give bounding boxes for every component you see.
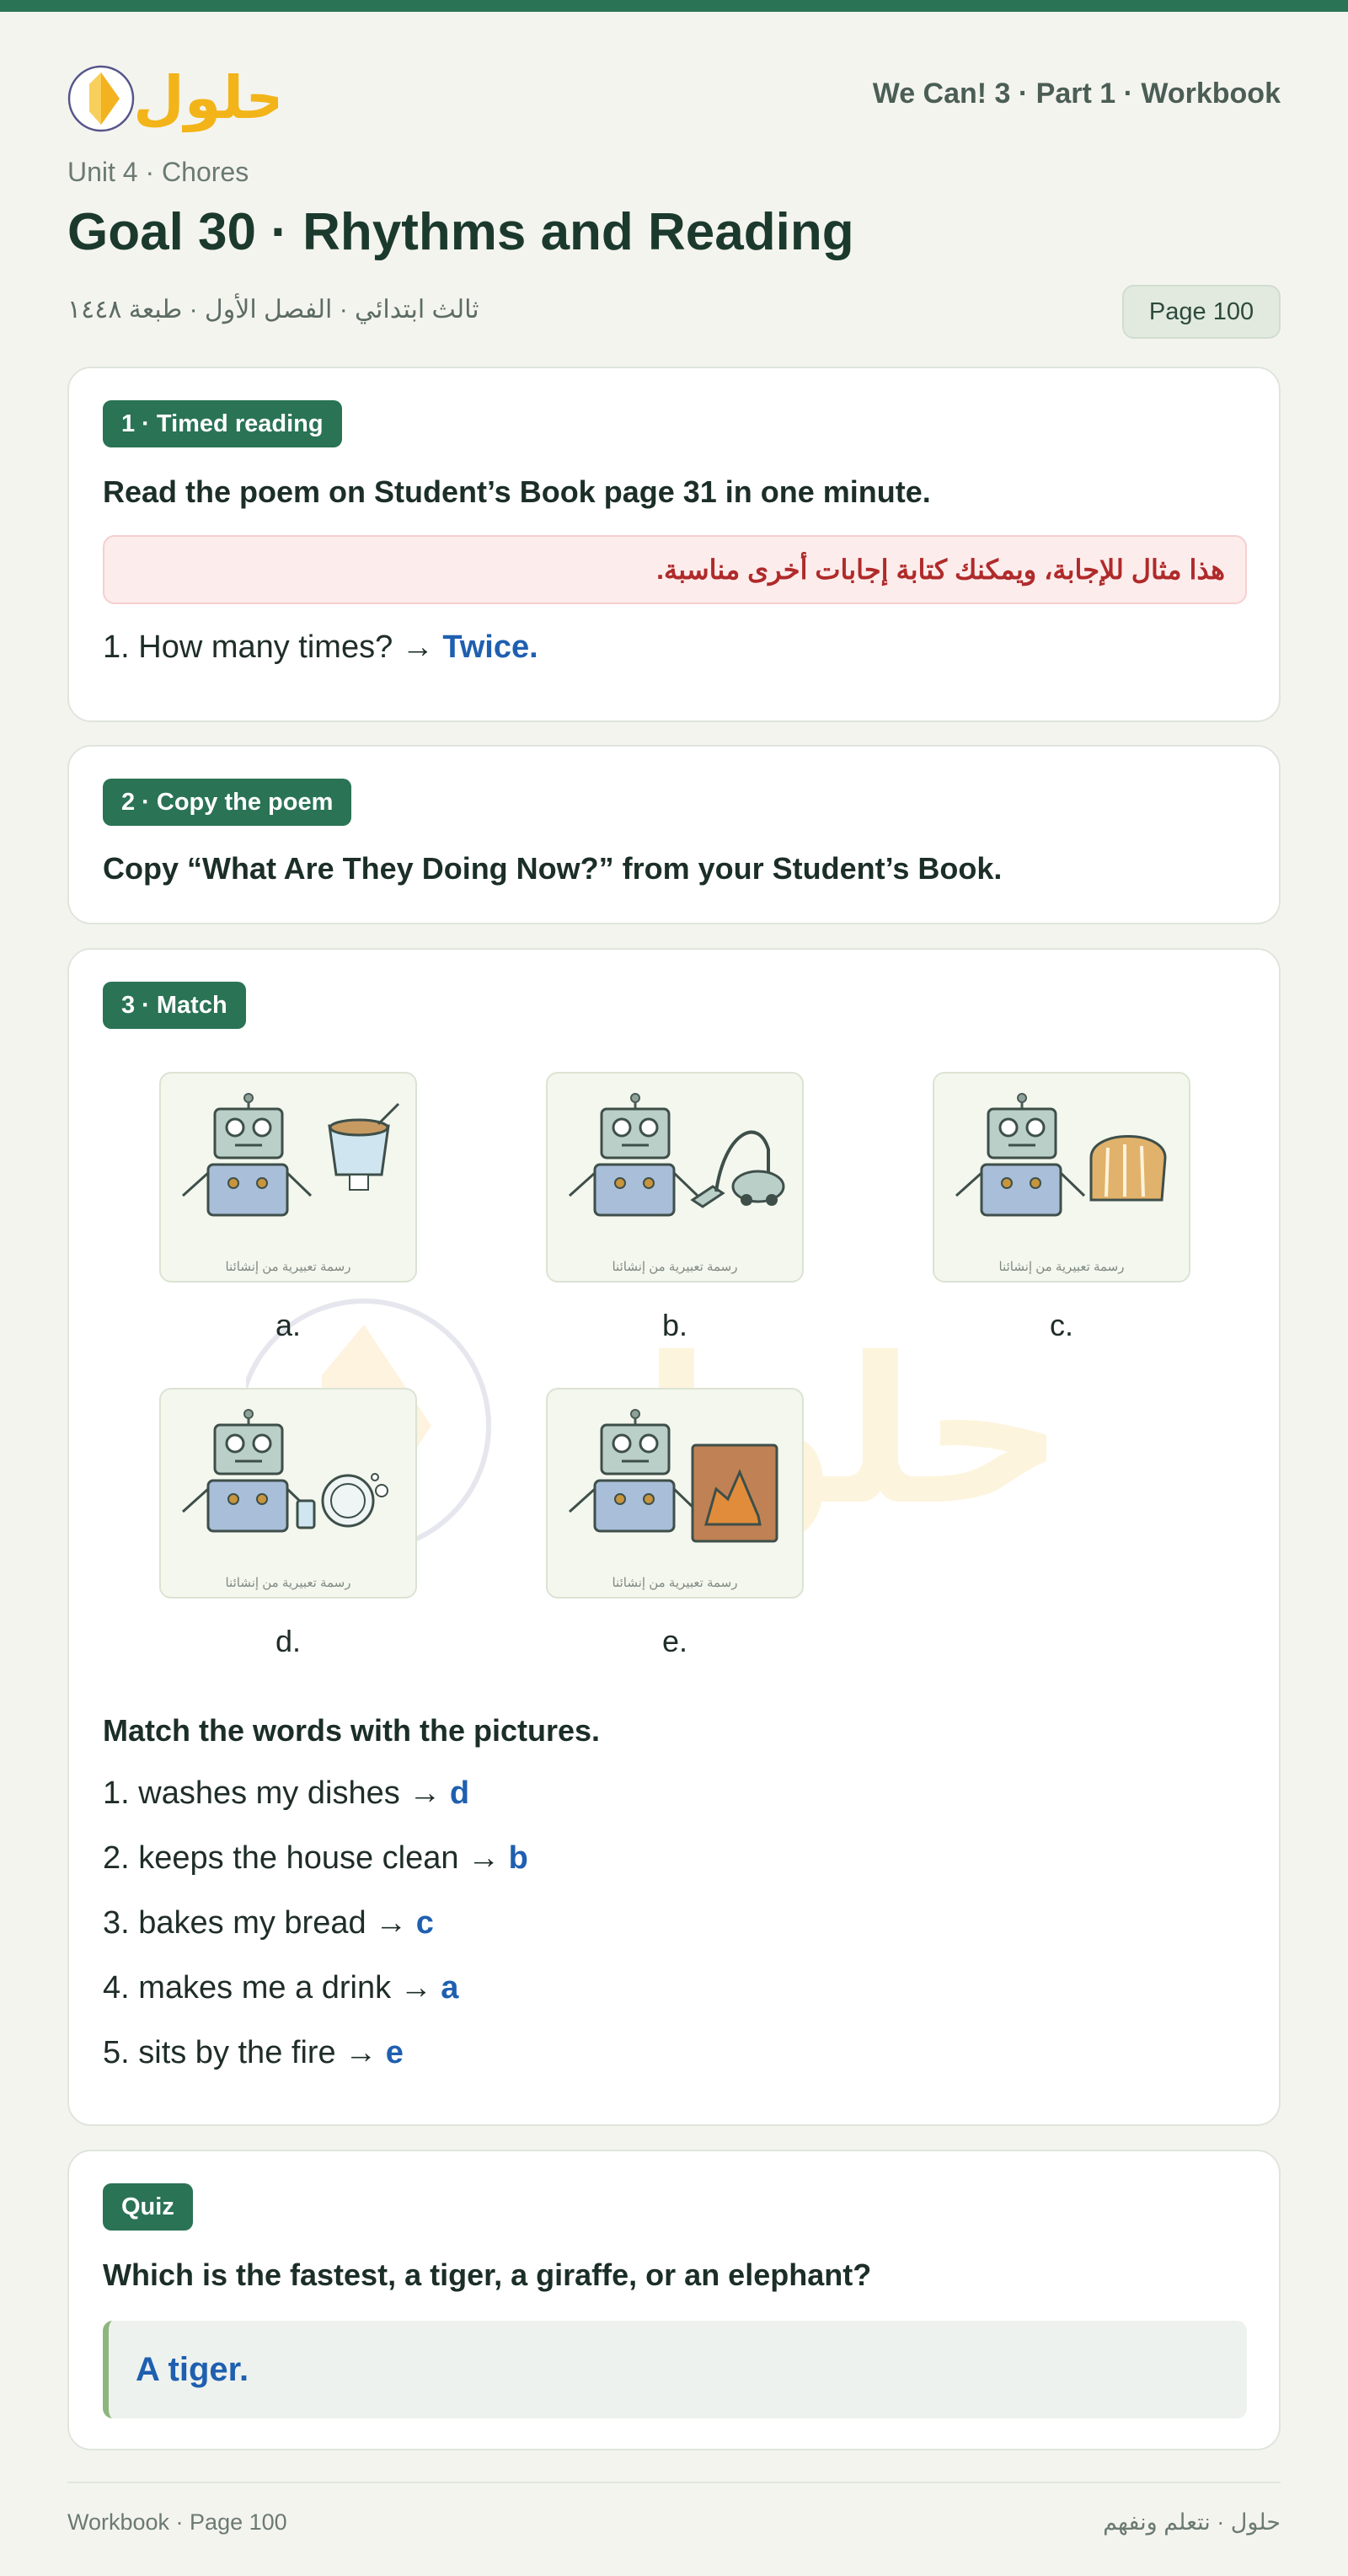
page-title: Goal 30 · Rhythms and Reading [67, 203, 854, 261]
quiz-answer: A tiger. [103, 2321, 1247, 2418]
section-instruction: Match the words with the pictures. [103, 1713, 601, 1748]
picture-d: رسمة تعبيرية من إنشائنا [159, 1388, 417, 1599]
vacuum-cleaner-icon [690, 1130, 785, 1208]
top-accent-bar [0, 0, 1348, 12]
match-item: 3. bakes my bread → c [103, 1905, 434, 1941]
unit-label: Unit 4 · Chores [67, 157, 249, 187]
book-title: We Can! 3 · Part 1 · Workbook [872, 78, 1281, 110]
timed-reading-card: 1 · Timed reading Read the poem on Stude… [67, 367, 1281, 722]
quiz-card: Quiz Which is the fastest, a tiger, a gi… [67, 2150, 1281, 2450]
match-item-answer: e [385, 2035, 404, 2070]
match-item-text: 1. washes my dishes → [103, 1775, 441, 1811]
example-note: هذا مثال للإجابة، ويمكنك كتابة إجابات أخ… [103, 535, 1247, 604]
picture-caption: رسمة تعبيرية من إنشائنا [225, 1576, 351, 1590]
grade-meta: ثالث ابتدائي · الفصل الأول · طبعة ١٤٤٨ [67, 296, 479, 324]
match-item: 4. makes me a drink → a [103, 1970, 458, 2006]
match-card: 3 · Match حلول رسمة تعبيرية من [67, 948, 1281, 2126]
section-pill: 2 · Copy the poem [103, 779, 352, 826]
hulul-logo: حلول [67, 63, 278, 132]
picture-caption: رسمة تعبيرية من إنشائنا [612, 1576, 738, 1590]
robot-icon [181, 1409, 313, 1533]
fireplace-icon [691, 1443, 778, 1543]
picture-label-c: c. [1049, 1308, 1073, 1342]
match-item-text: 3. bakes my bread → [103, 1905, 408, 1941]
picture-caption: رسمة تعبيرية من إنشائنا [225, 1260, 351, 1274]
footer-left: Workbook · Page 100 [67, 2509, 287, 2535]
dishes-icon [296, 1473, 388, 1529]
picture-label-a: a. [275, 1308, 302, 1342]
logo-text: حلول [133, 63, 278, 132]
match-item-text: 2. keeps the house clean → [103, 1840, 500, 1876]
picture-c: رسمة تعبيرية من إنشائنا [933, 1072, 1190, 1283]
bread-icon [1089, 1135, 1167, 1202]
question-line: 1. How many times? → Twice. [103, 629, 538, 666]
section-pill: 3 · Match [103, 982, 246, 1029]
picture-caption: رسمة تعبيرية من إنشائنا [612, 1260, 738, 1274]
section-instruction: Read the poem on Student’s Book page 31 … [103, 474, 931, 509]
quiz-question: Which is the fastest, a tiger, a giraffe… [103, 2257, 872, 2292]
match-item-answer: a [441, 1970, 459, 2006]
copy-poem-card: 2 · Copy the poem Copy “What Are They Do… [67, 745, 1281, 924]
picture-b: رسمة تعبيرية من إنشائنا [546, 1072, 804, 1283]
picture-label-b: b. [661, 1308, 688, 1342]
footer-right: حلول · نتعلم ونفهم [1103, 2509, 1281, 2535]
page-header: حلول We Can! 3 · Part 1 · Workbook [67, 52, 1281, 137]
robot-icon [955, 1093, 1086, 1217]
match-item: 5. sits by the fire → e [103, 2035, 404, 2071]
section-instruction: Copy “What Are They Doing Now?” from you… [103, 851, 1003, 886]
question-answer: Twice. [442, 629, 538, 665]
match-item-answer: d [449, 1775, 470, 1811]
robot-icon [568, 1409, 699, 1533]
picture-label-d: d. [275, 1624, 302, 1658]
section-pill: Quiz [103, 2183, 193, 2231]
robot-icon [568, 1093, 699, 1217]
picture-a: رسمة تعبيرية من إنشائنا [159, 1072, 417, 1283]
match-item: 1. washes my dishes → d [103, 1775, 469, 1812]
match-item-answer: c [415, 1905, 434, 1941]
page-badge: Page 100 [1122, 285, 1281, 339]
match-item-text: 5. sits by the fire → [103, 2035, 377, 2070]
picture-caption: رسمة تعبيرية من إنشائنا [998, 1260, 1125, 1274]
drink-cup-icon [328, 1102, 400, 1191]
match-item: 2. keeps the house clean → b [103, 1840, 528, 1877]
match-item-text: 4. makes me a drink → [103, 1970, 432, 2006]
footer-divider [67, 2482, 1281, 2483]
robot-icon [181, 1093, 313, 1217]
picture-label-e: e. [661, 1624, 688, 1658]
section-pill: 1 · Timed reading [103, 400, 342, 447]
match-item-answer: b [508, 1840, 528, 1876]
picture-e: رسمة تعبيرية من إنشائنا [546, 1388, 804, 1599]
question-text: 1. How many times? → [103, 629, 434, 665]
